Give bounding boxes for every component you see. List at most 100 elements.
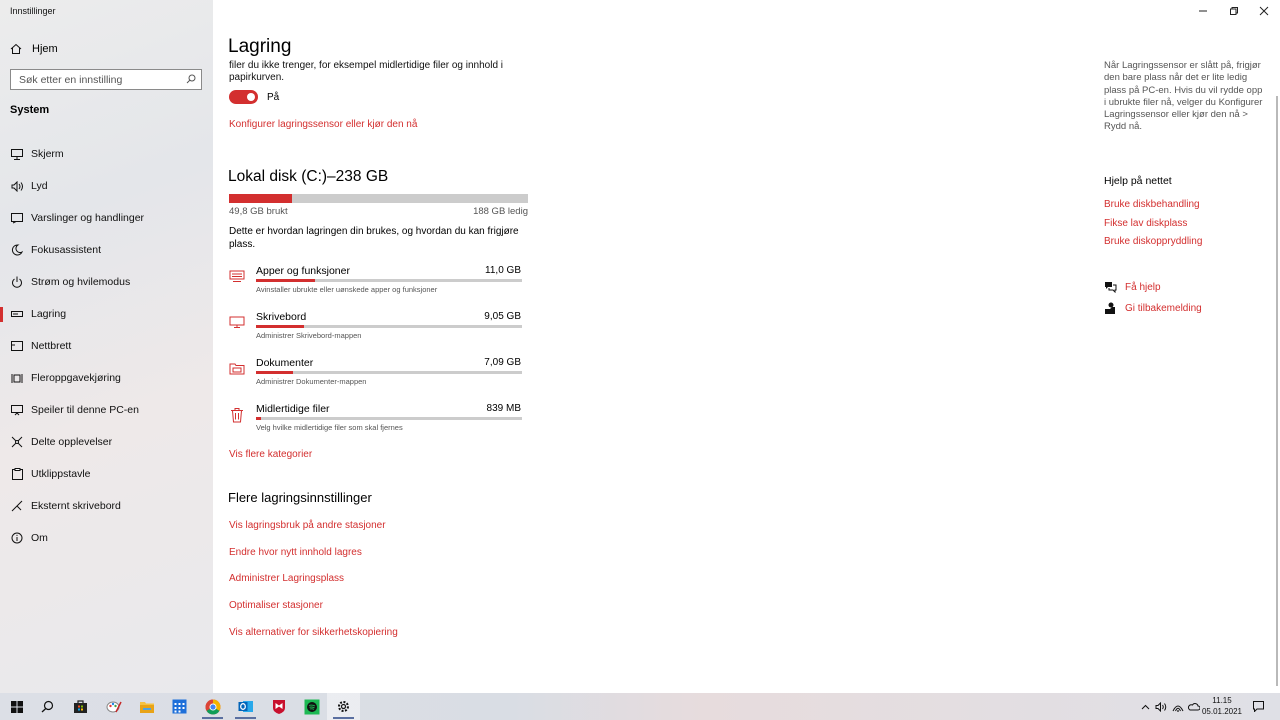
taskbar-paint[interactable] [97,693,130,720]
taskbar-chrome[interactable] [196,693,229,720]
help-chat-icon [1104,281,1118,293]
multitasking-icon [10,371,24,385]
category-bar-fill [256,371,294,374]
sidebar-item-label: Om [31,532,48,544]
category-bar [256,371,522,374]
file-explorer-icon [139,701,154,713]
more-link-storage-spaces[interactable]: Administrer Lagringsplass [229,573,344,584]
tray-network[interactable] [1170,693,1186,720]
help-link-disk-cleanup[interactable]: Bruke diskoppryddling [1104,236,1202,247]
search-icon [41,700,54,713]
sidebar-item-strom[interactable]: Strøm og hvilemodus [0,266,213,298]
chevron-up-icon [1141,704,1149,709]
sidebar-item-fleroppgavekjoring[interactable]: Fleroppgavekjøring [0,362,213,394]
sidebar-item-lyd[interactable]: Lyd [0,170,213,202]
more-link-save-locations[interactable]: Endre hvor nytt innhold lagres [229,547,362,558]
power-icon [10,275,24,289]
taskbar-search-button[interactable] [31,693,64,720]
close-button[interactable] [1249,0,1279,22]
sidebar-item-label: Fleroppgavekjøring [31,372,121,384]
clock-time: 11.15 [1212,696,1232,705]
help-link-low-disk-space[interactable]: Fikse lav diskplass [1104,218,1187,229]
cloud-icon [1187,703,1200,711]
disk-free-label: 188 GB ledig [473,206,528,217]
sidebar-item-label: Lagring [31,308,67,320]
category-size: 7,09 GB [484,357,521,368]
sidebar-item-varslinger[interactable]: Varslinger og handlinger [0,202,213,234]
minimize-icon [1199,10,1207,12]
storage-sense-description: filer du ikke trenger, for eksempel midl… [229,60,504,83]
tray-overflow-button[interactable] [1138,693,1152,720]
sidebar-item-nettbrett[interactable]: Nettbrett [0,330,213,362]
taskbar-calendar[interactable] [163,693,196,720]
tray-onedrive[interactable] [1185,693,1201,720]
desktop-icon [229,315,245,331]
category-subtitle: Avinstaller ubrukte eller uønskede apper… [256,285,438,294]
restore-button[interactable] [1219,0,1249,22]
wifi-icon [1172,705,1184,712]
start-button[interactable] [0,693,33,720]
sidebar-item-eksternt-skrivebord[interactable]: Eksternt skrivebord [0,490,213,522]
minimize-button[interactable] [1188,0,1218,22]
get-help-link[interactable]: Få hjelp [1104,281,1161,293]
monitor-icon [10,147,24,161]
category-temp-files[interactable]: Midlertidige filer 839 MB Velg hvilke mi… [229,403,522,443]
share-icon [10,435,24,449]
taskbar-settings[interactable] [327,693,360,720]
paint-icon [106,701,122,713]
sidebar-item-om[interactable]: Om [0,522,213,554]
sidebar-item-fokusassistent[interactable]: Fokusassistent [0,234,213,266]
spotify-icon [304,699,319,714]
taskbar-store[interactable] [64,693,97,720]
configure-storage-sense-link[interactable]: Konfigurer lagringssensor eller kjør den… [229,119,417,130]
category-bar-fill [256,279,315,282]
category-size: 839 MB [486,403,521,414]
more-link-optimize-drives[interactable]: Optimaliser stasjoner [229,600,323,611]
chrome-icon [205,699,220,714]
action-center-button[interactable] [1249,693,1267,720]
taskbar-outlook[interactable] [229,693,262,720]
sidebar-item-label: Speiler til denne PC-en [31,404,139,416]
taskbar-mcafee[interactable] [262,693,295,720]
category-size: 11,0 GB [485,265,521,276]
feedback-icon [1104,302,1118,315]
tray-volume[interactable] [1153,693,1169,720]
storage-sense-toggle[interactable] [229,90,258,104]
sidebar-item-label: Fokusassistent [31,244,102,256]
sidebar: Innstillinger Hjem Søk etter en innstill… [0,0,213,693]
search-icon[interactable] [186,74,196,87]
sidebar-item-label: Nettbrett [31,340,72,352]
sidebar-item-speiler[interactable]: Speiler til denne PC-en [0,394,213,426]
sidebar-item-delte-opplevelser[interactable]: Delte opplevelser [0,426,213,458]
category-desktop[interactable]: Skrivebord 9,05 GB Administrer Skrivebor… [229,311,522,351]
search-input[interactable]: Søk etter en innstilling [10,69,202,90]
sidebar-item-lagring[interactable]: Lagring [0,298,213,330]
category-apps[interactable]: Apper og funksjoner 11,0 GB Avinstaller … [229,265,522,305]
taskbar-spotify[interactable] [295,693,328,720]
feedback-label: Gi tilbakemelding [1125,303,1202,314]
feedback-link[interactable]: Gi tilbakemelding [1104,302,1202,315]
sidebar-item-label: Eksternt skrivebord [31,500,121,512]
close-icon [1259,6,1269,16]
taskbar-file-explorer[interactable] [130,693,163,720]
show-more-categories-link[interactable]: Vis flere kategorier [229,449,312,460]
category-documents[interactable]: Dokumenter 7,09 GB Administrer Dokumente… [229,357,522,397]
category-name: Midlertidige filer [256,403,330,415]
sidebar-item-utklippstavle[interactable]: Utklippstavle [0,458,213,490]
more-link-backup[interactable]: Vis alternativer for sikkerhetskopiering [229,627,398,638]
info-icon [10,531,24,545]
category-name: Dokumenter [256,357,314,369]
home-button[interactable]: Hjem [10,41,58,57]
sidebar-item-skjerm[interactable]: Skjerm [0,138,213,170]
storage-icon [10,307,24,321]
start-icon [10,700,23,713]
project-icon [10,403,24,417]
more-link-other-drives[interactable]: Vis lagringsbruk på andre stasjoner [229,520,386,531]
disk-title: Lokal disk (C:)–238 GB [228,168,389,185]
help-link-disk-management[interactable]: Bruke diskbehandling [1104,199,1200,210]
sidebar-item-label: Skjerm [31,148,64,160]
taskbar-clock[interactable]: 11.15 05.01.2021 [1200,695,1244,717]
scrollbar[interactable] [1276,96,1278,686]
moon-icon [10,243,24,257]
clipboard-icon [10,467,24,481]
